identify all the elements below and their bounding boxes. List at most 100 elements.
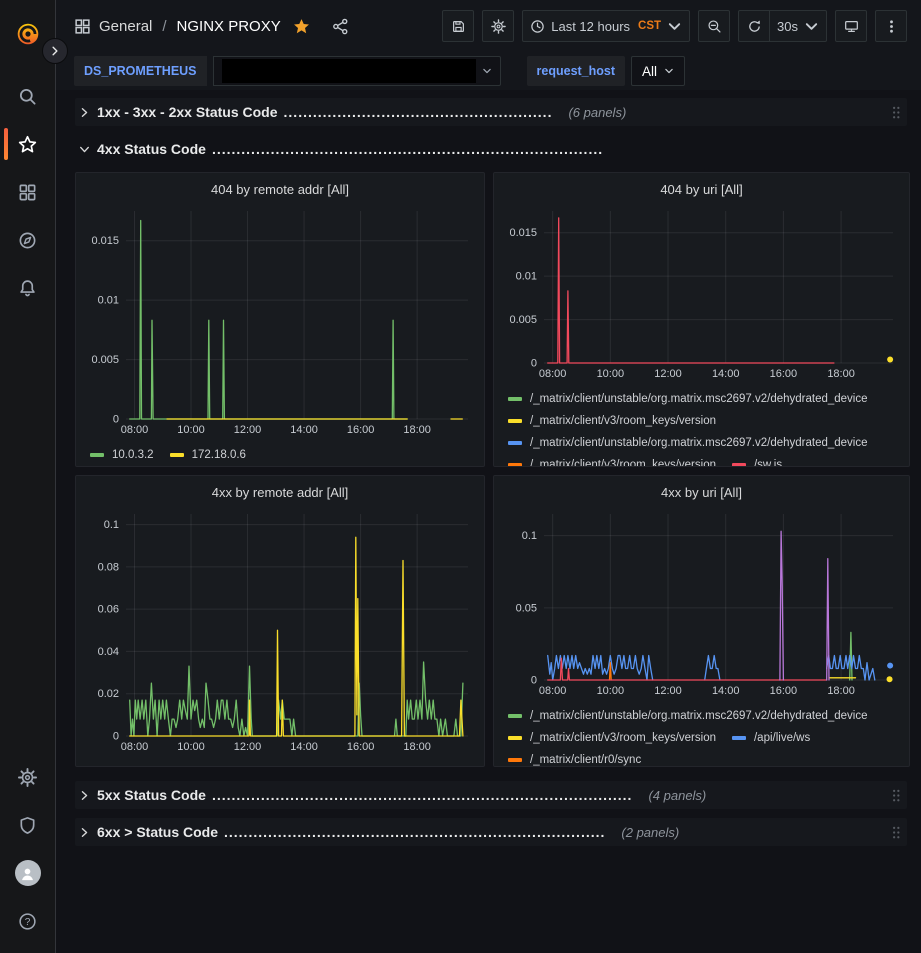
legend-swatch: [508, 736, 522, 740]
sidebar-item-help[interactable]: ?: [4, 899, 52, 943]
timezone-label: CST: [638, 20, 661, 32]
request-host-variable-dropdown[interactable]: All: [631, 56, 685, 86]
legend-swatch: [508, 463, 522, 467]
svg-text:10:00: 10:00: [597, 685, 625, 697]
legend-item[interactable]: 10.0.3.2: [90, 444, 154, 466]
refresh-interval-dropdown[interactable]: 30s: [770, 10, 827, 42]
time-range-picker[interactable]: Last 12 hours CST: [522, 10, 690, 42]
row-title-dots: ........................................…: [212, 141, 603, 157]
request-host-variable-value: All: [642, 64, 657, 79]
svg-text:16:00: 16:00: [770, 685, 798, 697]
svg-text:14:00: 14:00: [712, 368, 740, 380]
toolbar: Last 12 hours CST 30s: [442, 10, 907, 42]
save-dashboard-button[interactable]: [442, 10, 474, 42]
legend-swatch: [508, 419, 522, 423]
kebab-icon: [884, 19, 899, 34]
legend-item[interactable]: /_matrix/client/v3/room_keys/version: [508, 410, 716, 432]
datasource-variable-dropdown[interactable]: [213, 56, 501, 86]
breadcrumb-dashboard-title[interactable]: NGINX PROXY: [177, 18, 281, 35]
svg-text:0.015: 0.015: [509, 227, 537, 239]
bell-icon: [18, 279, 37, 298]
panel-404-by-uri: 404 by uri [All] 08:0010:0012:0014:0016:…: [493, 172, 910, 467]
shield-icon: [18, 816, 37, 835]
legend-item[interactable]: /_matrix/client/v3/room_keys/version: [508, 454, 716, 467]
legend-item[interactable]: /_matrix/client/unstable/org.matrix.msc2…: [508, 432, 868, 454]
dashboard-settings-button[interactable]: [482, 10, 514, 42]
gear-icon: [491, 19, 506, 34]
legend-item[interactable]: 172.18.0.6: [170, 761, 246, 767]
legend-item[interactable]: 10.0.3.2: [90, 761, 154, 767]
svg-text:0: 0: [113, 414, 119, 426]
legend-series-name: 172.18.0.6: [192, 766, 246, 767]
svg-text:0.08: 0.08: [98, 561, 119, 573]
sidebar-item-explore[interactable]: [4, 218, 52, 262]
panel-title[interactable]: 404 by uri [All]: [502, 177, 901, 203]
sidebar-item-starred[interactable]: [4, 122, 52, 166]
chevron-right-icon: [77, 827, 91, 838]
svg-text:16:00: 16:00: [347, 741, 375, 753]
row-header-1xx-3xx-2xx[interactable]: 1xx - 3xx - 2xx Status Code ............…: [75, 98, 907, 126]
breadcrumb-separator: /: [162, 18, 166, 35]
legend-series-name: /_matrix/client/v3/room_keys/version: [530, 415, 716, 427]
refresh-button[interactable]: [738, 10, 770, 42]
panel-4xx-by-uri: 4xx by uri [All] 08:0010:0012:0014:0016:…: [493, 475, 910, 767]
legend-item[interactable]: 172.18.0.6: [170, 444, 246, 466]
sidebar-item-dashboards[interactable]: [4, 170, 52, 214]
svg-text:14:00: 14:00: [290, 741, 318, 753]
active-indicator: [4, 128, 8, 160]
sidebar-expand-button[interactable]: [42, 38, 68, 64]
sidebar-item-search[interactable]: [4, 74, 52, 118]
svg-text:0.005: 0.005: [91, 354, 119, 366]
dashboards-icon: [18, 183, 37, 202]
row-header-4xx[interactable]: 4xx Status Code ........................…: [75, 135, 907, 163]
legend-series-name: /sw.js: [754, 459, 782, 467]
svg-text:0.005: 0.005: [509, 314, 537, 326]
row-header-5xx[interactable]: 5xx Status Code ........................…: [75, 781, 907, 809]
zoom-out-icon: [707, 19, 722, 34]
svg-text:08:00: 08:00: [121, 741, 149, 753]
row-header-6xx[interactable]: 6xx > Status Code ......................…: [75, 818, 907, 846]
row-title: 5xx Status Code: [97, 787, 206, 803]
svg-text:0: 0: [531, 358, 537, 370]
gear-icon: [18, 768, 37, 787]
row-drag-handle[interactable]: [891, 825, 905, 840]
row-drag-handle[interactable]: [891, 788, 905, 803]
breadcrumb-section[interactable]: General: [99, 18, 152, 35]
row-drag-handle[interactable]: [891, 105, 905, 120]
panel-grid: 404 by remote addr [All] 08:0010:0012:00…: [75, 172, 907, 767]
legend-swatch: [508, 397, 522, 401]
chevron-right-icon: [50, 46, 60, 56]
legend-item[interactable]: /_matrix/client/r0/sync: [508, 749, 641, 767]
sidebar-item-alerting[interactable]: [4, 266, 52, 310]
panel-title[interactable]: 4xx by remote addr [All]: [84, 480, 476, 506]
share-icon[interactable]: [332, 18, 349, 35]
legend-series-name: 172.18.0.6: [192, 449, 246, 461]
svg-text:0.06: 0.06: [98, 604, 119, 616]
refresh-group: 30s: [738, 10, 827, 42]
panel-title[interactable]: 4xx by uri [All]: [502, 480, 901, 506]
cycle-view-mode-button[interactable]: [835, 10, 867, 42]
panel-title[interactable]: 404 by remote addr [All]: [84, 177, 476, 203]
breadcrumb: General / NGINX PROXY: [74, 18, 349, 35]
zoom-out-time-button[interactable]: [698, 10, 730, 42]
legend-item[interactable]: /_matrix/client/unstable/org.matrix.msc2…: [508, 388, 868, 410]
sidebar-item-configuration[interactable]: [4, 755, 52, 799]
legend-item[interactable]: /_matrix/client/v3/room_keys/version: [508, 727, 716, 749]
row-title: 1xx - 3xx - 2xx Status Code: [97, 104, 278, 120]
legend-swatch: [732, 736, 746, 740]
legend-item[interactable]: /api/live/ws: [732, 727, 810, 749]
main-area: General / NGINX PROXY La: [56, 0, 921, 953]
favorite-star-icon[interactable]: [293, 18, 310, 35]
legend-item[interactable]: /_matrix/client/unstable/org.matrix.msc2…: [508, 705, 868, 727]
svg-text:0: 0: [113, 731, 119, 743]
svg-text:18:00: 18:00: [827, 368, 855, 380]
svg-text:0.01: 0.01: [516, 271, 537, 283]
sidebar-item-server-admin[interactable]: [4, 803, 52, 847]
more-options-button[interactable]: [875, 10, 907, 42]
grafana-logo-icon: [15, 21, 41, 47]
avatar: [15, 860, 41, 886]
sidebar-item-profile[interactable]: [4, 851, 52, 895]
row-title-dots: ........................................…: [212, 787, 633, 803]
svg-text:16:00: 16:00: [770, 368, 798, 380]
legend-item[interactable]: /sw.js: [732, 454, 782, 467]
